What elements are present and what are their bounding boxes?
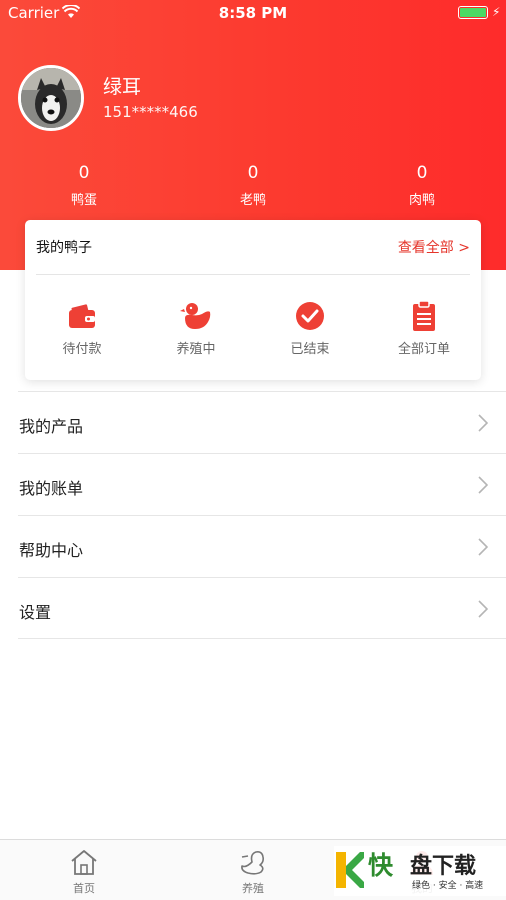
menu-item-my-bills[interactable]: 我的账单 — [18, 453, 506, 515]
order-item-label: 已结束 — [290, 342, 330, 357]
order-all[interactable]: 全部订单 — [367, 300, 481, 357]
phone-number: 151*****466 — [103, 103, 198, 121]
watermark-brand: 快 — [368, 851, 394, 880]
watermark-brand-suffix: 盘下载 — [410, 854, 477, 879]
order-item-label: 待付款 — [62, 342, 102, 357]
menu-item-help-center[interactable]: 帮助中心 — [18, 515, 506, 577]
duck-outline-icon — [241, 851, 264, 875]
watermark-tagline: 绿色 · 安全 · 高速 — [412, 881, 484, 891]
tab-home[interactable]: 首页 — [39, 848, 129, 896]
chevron-right-icon — [478, 538, 488, 556]
home-icon — [71, 850, 97, 875]
my-ducks-card: 我的鸭子 查看全部 > 待付款 养殖中 已结束 全部订单 — [25, 220, 481, 380]
stat-label: 肉鸭 — [408, 193, 435, 208]
stat-label: 鸭蛋 — [70, 193, 97, 208]
tab-label: 首页 — [73, 882, 95, 895]
wallet-icon — [69, 304, 95, 328]
view-all-link[interactable]: 查看全部 > — [398, 237, 470, 257]
tab-label: 养殖 — [242, 882, 264, 895]
battery-icon — [458, 6, 488, 19]
menu-item-label: 我的账单 — [19, 479, 84, 498]
order-item-label: 养殖中 — [176, 342, 216, 357]
order-finished[interactable]: 已结束 — [253, 300, 367, 357]
watermark-logo-icon — [336, 852, 364, 888]
stat-value: 0 — [78, 163, 90, 183]
clock: 8:58 PM — [218, 4, 288, 22]
tab-breeding[interactable]: 养殖 — [208, 848, 298, 896]
menu-item-label: 设置 — [19, 603, 52, 622]
divider — [36, 274, 470, 275]
card-title: 我的鸭子 — [36, 240, 92, 256]
check-circle-icon — [296, 302, 324, 330]
menu-item-label: 我的产品 — [19, 417, 84, 436]
charging-icon: ⚡ — [492, 5, 501, 19]
order-breeding[interactable]: 养殖中 — [139, 300, 253, 357]
dog-photo-icon — [21, 68, 81, 128]
stat-label: 老鸭 — [239, 193, 266, 208]
clipboard-icon — [413, 300, 435, 331]
chevron-right-icon — [478, 476, 488, 494]
watermark: 快 盘下载 绿色 · 安全 · 高速 — [334, 846, 506, 896]
menu-item-settings[interactable]: 设置 — [18, 577, 506, 639]
stat-duck-eggs[interactable]: 0 鸭蛋 — [39, 163, 129, 208]
settings-menu: 我的产品 我的账单 帮助中心 设置 — [18, 391, 506, 639]
menu-item-my-products[interactable]: 我的产品 — [18, 391, 506, 453]
stat-meat-ducks[interactable]: 0 肉鸭 — [377, 163, 467, 208]
duck-icon — [180, 303, 211, 329]
chevron-right-icon — [478, 414, 488, 432]
username: 绿耳 — [103, 76, 142, 98]
stat-value: 0 — [247, 163, 259, 183]
avatar[interactable] — [18, 65, 84, 131]
chevron-right-icon — [478, 600, 488, 618]
order-pending-payment[interactable]: 待付款 — [25, 300, 139, 357]
stat-old-ducks[interactable]: 0 老鸭 — [208, 163, 298, 208]
menu-item-label: 帮助中心 — [19, 541, 84, 560]
status-bar: Carrier 8:58 PM ⚡ — [0, 0, 506, 26]
stat-value: 0 — [416, 163, 428, 183]
order-item-label: 全部订单 — [397, 342, 450, 357]
